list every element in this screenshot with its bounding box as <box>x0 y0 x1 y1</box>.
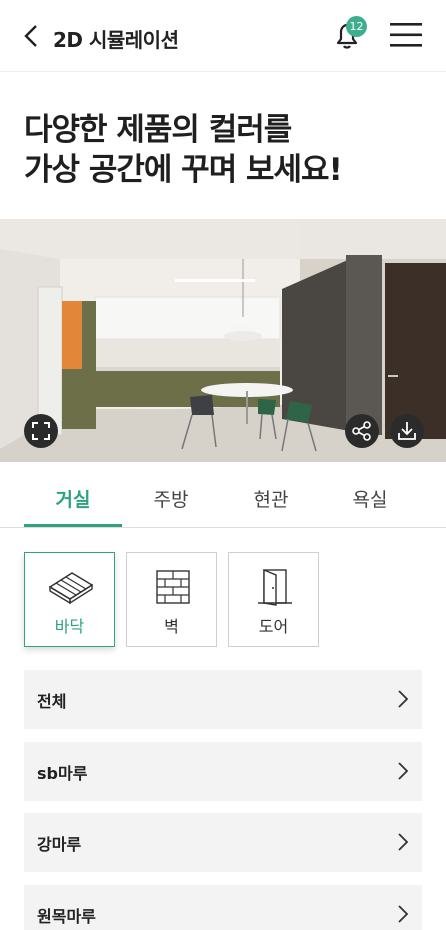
list-item-sb-maru[interactable]: sb마루 <box>24 742 422 801</box>
tab-bathroom[interactable]: 욕실 <box>320 478 420 528</box>
list-item-label: 전체 <box>37 692 67 711</box>
fullscreen-icon[interactable] <box>24 414 58 448</box>
list-item-all[interactable]: 전체 <box>24 670 422 729</box>
tab-living-room[interactable]: 거실 <box>23 478 123 528</box>
list-item-label: 원목마루 <box>37 907 96 926</box>
floor-icon <box>48 572 94 605</box>
back-icon[interactable] <box>18 22 46 50</box>
room-tabs: 거실 주방 현관 욕실 <box>0 478 446 528</box>
list-item-label: 강마루 <box>37 835 82 854</box>
category-door-button[interactable]: 도어 <box>228 552 319 647</box>
category-wall-label: 벽 <box>164 617 179 636</box>
room-simulation-image <box>0 219 446 462</box>
share-icon[interactable] <box>345 414 379 448</box>
page-title: 2D 시뮬레이션 <box>53 28 179 52</box>
headline-line-1: 다양한 제품의 컬러를 <box>24 112 292 148</box>
chevron-right-icon <box>398 762 409 780</box>
chevron-right-icon <box>398 905 409 923</box>
chevron-right-icon <box>398 690 409 708</box>
wall-icon <box>156 570 190 604</box>
category-door-label: 도어 <box>258 617 289 636</box>
hamburger-menu-icon[interactable] <box>388 22 424 48</box>
list-item-wonmok-maru[interactable]: 원목마루 <box>24 885 422 930</box>
download-icon[interactable] <box>390 414 424 448</box>
list-item-gang-maru[interactable]: 강마루 <box>24 813 422 872</box>
category-floor-label: 바닥 <box>54 617 85 636</box>
tab-entrance[interactable]: 현관 <box>221 478 321 528</box>
tab-kitchen[interactable]: 주방 <box>121 478 221 528</box>
notification-badge: 12 <box>346 16 367 37</box>
category-floor-button[interactable]: 바닥 <box>24 552 115 647</box>
list-item-label: sb마루 <box>37 764 88 783</box>
chevron-right-icon <box>398 833 409 851</box>
headline-line-2: 가상 공간에 꾸며 보세요! <box>24 152 343 188</box>
door-icon <box>258 568 292 606</box>
active-tab-indicator <box>24 524 122 527</box>
category-wall-button[interactable]: 벽 <box>126 552 217 647</box>
page-headline: 다양한 제품의 컬러를 가상 공간에 꾸며 보세요! <box>24 110 424 190</box>
app-header: 2D 시뮬레이션 12 <box>0 0 446 72</box>
room-illustration <box>0 219 446 462</box>
